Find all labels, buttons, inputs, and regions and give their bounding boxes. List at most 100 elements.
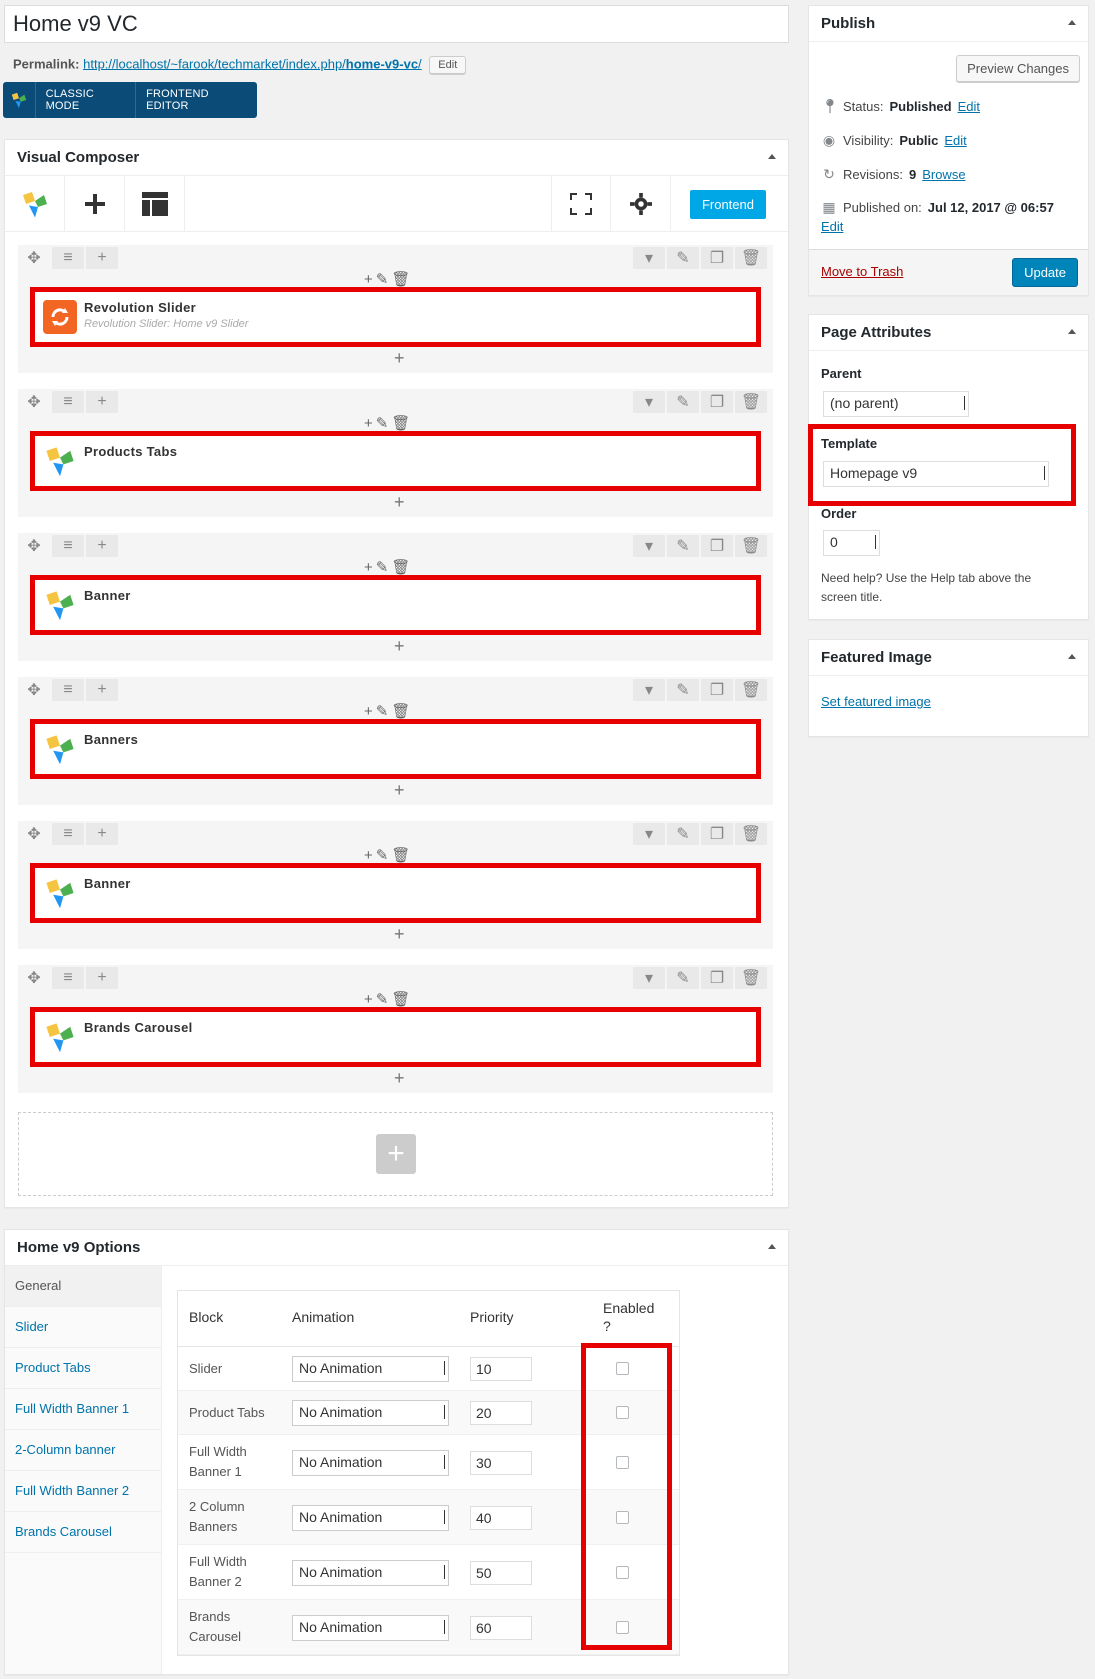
clone-row-icon[interactable]: ❐ — [701, 967, 733, 989]
priority-input[interactable]: 40 — [470, 1506, 532, 1530]
edit-row-icon[interactable]: ✎ — [667, 247, 699, 269]
classic-mode-button[interactable]: CLASSIC MODE — [36, 82, 136, 118]
edit-row-icon[interactable]: ✎ — [667, 391, 699, 413]
move-icon[interactable]: ✥ — [18, 967, 50, 989]
add-element-bottom-icon[interactable]: + — [394, 349, 405, 367]
clone-row-icon[interactable]: ❐ — [701, 391, 733, 413]
vc-row[interactable]: ✥ ≡ + ▾ ✎ ❐ 🗑︎ + ✎ 🗑︎ Banner + — [18, 533, 773, 661]
parent-select[interactable]: (no parent) — [823, 391, 969, 417]
vc-row[interactable]: ✥ ≡ + ▾ ✎ ❐ 🗑︎ + ✎ 🗑︎ Brands Carousel + — [18, 965, 773, 1093]
toggle-row-icon[interactable]: ▾ — [633, 391, 665, 413]
row-layout-icon[interactable]: ≡ — [52, 823, 84, 845]
collapse-arrow-icon[interactable] — [768, 1244, 776, 1249]
priority-input[interactable]: 20 — [470, 1401, 532, 1425]
options-tab[interactable]: Brands Carousel — [5, 1512, 161, 1553]
add-column-icon[interactable]: + — [86, 535, 118, 557]
settings-gear-icon[interactable] — [611, 176, 671, 232]
edit-column-icon[interactable]: ✎ — [376, 558, 389, 576]
edit-row-icon[interactable]: ✎ — [667, 967, 699, 989]
options-tab[interactable]: General — [5, 1266, 161, 1307]
toggle-row-icon[interactable]: ▾ — [633, 247, 665, 269]
revisions-browse-link[interactable]: Browse — [922, 167, 965, 182]
vc-row[interactable]: ✥ ≡ + ▾ ✎ ❐ 🗑︎ + ✎ 🗑︎ Products Tabs + — [18, 389, 773, 517]
add-element-bottom-icon[interactable]: + — [394, 637, 405, 655]
add-element-icon[interactable]: + — [364, 559, 373, 576]
move-icon[interactable]: ✥ — [18, 823, 50, 845]
fullscreen-icon[interactable] — [551, 176, 611, 232]
move-icon[interactable]: ✥ — [18, 679, 50, 701]
toggle-row-icon[interactable]: ▾ — [633, 535, 665, 557]
empty-row-dropzone[interactable]: + — [18, 1112, 773, 1196]
edit-column-icon[interactable]: ✎ — [376, 414, 389, 432]
row-layout-icon[interactable]: ≡ — [52, 247, 84, 269]
animation-select[interactable]: No Animation — [292, 1560, 449, 1586]
collapse-arrow-icon[interactable] — [1068, 20, 1076, 25]
collapse-arrow-icon[interactable] — [768, 154, 776, 159]
row-layout-icon[interactable]: ≡ — [52, 391, 84, 413]
delete-column-icon[interactable]: 🗑︎ — [391, 846, 410, 864]
vc-row[interactable]: ✥ ≡ + ▾ ✎ ❐ 🗑︎ + ✎ 🗑︎ Banners + — [18, 677, 773, 805]
vc-logo-icon[interactable] — [5, 176, 65, 232]
move-icon[interactable]: ✥ — [18, 535, 50, 557]
clone-row-icon[interactable]: ❐ — [701, 247, 733, 269]
row-layout-icon[interactable]: ≡ — [52, 967, 84, 989]
delete-row-icon[interactable]: 🗑︎ — [735, 967, 767, 989]
priority-input[interactable]: 30 — [470, 1451, 532, 1475]
priority-input[interactable]: 60 — [470, 1616, 532, 1640]
add-column-icon[interactable]: + — [86, 679, 118, 701]
move-to-trash-link[interactable]: Move to Trash — [821, 264, 903, 279]
collapse-arrow-icon[interactable] — [1068, 654, 1076, 659]
options-tab[interactable]: 2-Column banner — [5, 1430, 161, 1471]
delete-row-icon[interactable]: 🗑︎ — [735, 535, 767, 557]
add-column-icon[interactable]: + — [86, 247, 118, 269]
add-element-bottom-icon[interactable]: + — [394, 781, 405, 799]
animation-select[interactable]: No Animation — [292, 1505, 449, 1531]
status-edit-link[interactable]: Edit — [958, 99, 980, 114]
toggle-row-icon[interactable]: ▾ — [633, 679, 665, 701]
templates-icon[interactable] — [125, 176, 185, 232]
options-tab[interactable]: Full Width Banner 2 — [5, 1471, 161, 1512]
vc-row[interactable]: ✥ ≡ + ▾ ✎ ❐ 🗑︎ + ✎ 🗑︎ Banner + — [18, 821, 773, 949]
add-element-bottom-icon[interactable]: + — [394, 493, 405, 511]
home-options-header[interactable]: Home v9 Options — [5, 1230, 788, 1266]
vc-element[interactable]: Brands Carousel — [30, 1007, 761, 1067]
add-element-icon[interactable]: + — [364, 415, 373, 432]
delete-column-icon[interactable]: 🗑︎ — [391, 702, 410, 720]
add-element-icon[interactable]: + — [364, 847, 373, 864]
priority-input[interactable]: 10 — [470, 1357, 532, 1381]
visual-composer-header[interactable]: Visual Composer — [5, 140, 788, 176]
delete-row-icon[interactable]: 🗑︎ — [735, 679, 767, 701]
priority-input[interactable]: 50 — [470, 1561, 532, 1585]
delete-column-icon[interactable]: 🗑︎ — [391, 270, 410, 288]
order-input[interactable]: 0 — [823, 530, 880, 556]
edit-column-icon[interactable]: ✎ — [376, 846, 389, 864]
clone-row-icon[interactable]: ❐ — [701, 679, 733, 701]
published-edit-link[interactable]: Edit — [821, 219, 843, 234]
row-layout-icon[interactable]: ≡ — [52, 535, 84, 557]
frontend-button[interactable]: Frontend — [689, 190, 766, 219]
options-tab[interactable]: Full Width Banner 1 — [5, 1389, 161, 1430]
animation-select[interactable]: No Animation — [292, 1400, 449, 1426]
delete-column-icon[interactable]: 🗑︎ — [391, 990, 410, 1008]
edit-row-icon[interactable]: ✎ — [667, 679, 699, 701]
edit-row-icon[interactable]: ✎ — [667, 535, 699, 557]
vc-element[interactable]: Revolution Slider Revolution Slider: Hom… — [30, 287, 761, 347]
vc-element[interactable]: Banners — [30, 719, 761, 779]
publish-header[interactable]: Publish — [809, 6, 1088, 42]
add-column-icon[interactable]: + — [86, 823, 118, 845]
options-tab[interactable]: Slider — [5, 1307, 161, 1348]
delete-column-icon[interactable]: 🗑︎ — [391, 558, 410, 576]
permalink-edit-button[interactable]: Edit — [429, 56, 467, 74]
clone-row-icon[interactable]: ❐ — [701, 535, 733, 557]
move-icon[interactable]: ✥ — [18, 391, 50, 413]
frontend-editor-button[interactable]: FRONTEND EDITOR — [136, 82, 257, 118]
add-element-bottom-icon[interactable]: + — [394, 925, 405, 943]
edit-column-icon[interactable]: ✎ — [376, 702, 389, 720]
collapse-arrow-icon[interactable] — [1068, 329, 1076, 334]
edit-column-icon[interactable]: ✎ — [376, 270, 389, 288]
add-row-button[interactable]: + — [376, 1134, 416, 1174]
edit-row-icon[interactable]: ✎ — [667, 823, 699, 845]
clone-row-icon[interactable]: ❐ — [701, 823, 733, 845]
post-title-input[interactable]: Home v9 VC — [4, 5, 789, 43]
add-element-icon[interactable]: + — [364, 703, 373, 720]
